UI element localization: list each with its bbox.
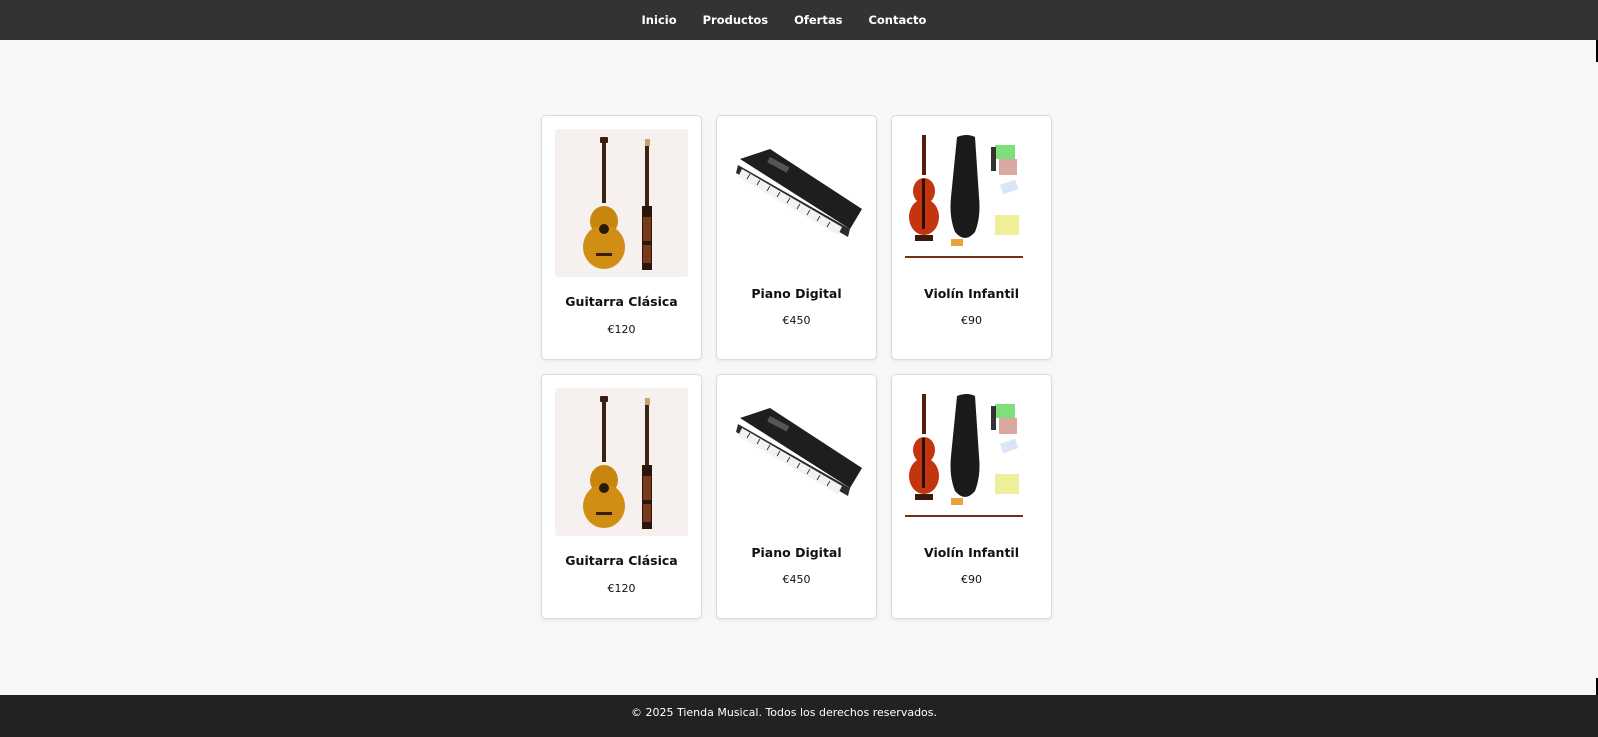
product-image[interactable] [730,129,863,277]
product-price: €450 [782,573,811,586]
top-nav-bar: Inicio Productos Ofertas Contacto [0,0,1598,40]
digital-piano-icon [736,408,862,496]
nav-link-inicio[interactable]: Inicio [629,13,690,27]
product-name[interactable]: Guitarra Clásica [542,553,701,568]
product-name[interactable]: Violín Infantil [892,286,1051,301]
nav-link-ofertas[interactable]: Ofertas [781,13,855,27]
product-card[interactable]: Guitarra Clásica €120 [541,374,702,619]
classical-guitar-icon [583,396,652,529]
product-card[interactable]: Guitarra Clásica €120 [541,115,702,360]
product-price: €450 [782,314,811,327]
product-card[interactable]: Piano Digital €450 [716,115,877,360]
page-footer: © 2025 Tienda Musical. Todos los derecho… [0,695,1598,737]
product-card[interactable]: Violín Infantil €90 [891,374,1052,619]
digital-piano-icon [736,149,862,237]
product-name[interactable]: Piano Digital [717,545,876,560]
product-image[interactable] [905,388,1038,536]
nav-link-contacto[interactable]: Contacto [855,13,939,27]
product-name[interactable]: Piano Digital [717,286,876,301]
product-grid: Guitarra Clásica €120 Piano Digital €450… [541,115,1053,619]
product-name[interactable]: Guitarra Clásica [542,294,701,309]
violin-set-icon [905,135,1023,258]
product-image[interactable] [905,129,1038,277]
nav-link-productos[interactable]: Productos [690,13,781,27]
classical-guitar-icon [583,137,652,270]
main-nav: Inicio Productos Ofertas Contacto [629,13,940,27]
product-price: €120 [607,323,636,336]
product-image[interactable] [730,388,863,536]
product-image[interactable] [555,388,688,536]
product-card[interactable]: Violín Infantil €90 [891,115,1052,360]
violin-set-icon [905,394,1023,517]
footer-copyright: © 2025 Tienda Musical. Todos los derecho… [630,705,938,719]
product-card[interactable]: Piano Digital €450 [716,374,877,619]
product-price: €90 [961,573,982,586]
product-price: €120 [607,582,636,595]
product-image[interactable] [555,129,688,277]
product-price: €90 [961,314,982,327]
product-name[interactable]: Violín Infantil [892,545,1051,560]
